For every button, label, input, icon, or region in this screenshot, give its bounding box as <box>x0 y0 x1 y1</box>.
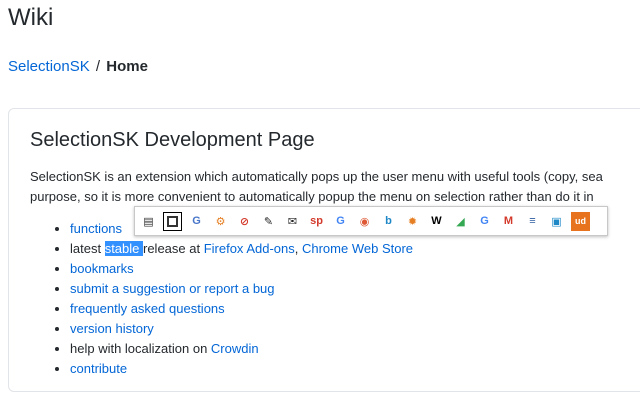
breadcrumb-current: Home <box>106 58 148 75</box>
thesaurus-icon[interactable]: ▣ <box>547 212 566 231</box>
suggestion-link[interactable]: submit a suggestion or report a bug <box>70 281 275 296</box>
merriam-webster-icon[interactable]: M <box>499 212 518 231</box>
adblock-icon[interactable]: ⊘ <box>235 212 254 231</box>
page-title: Wiki <box>8 4 54 31</box>
description-line-2: purpose, so it is more convenient to aut… <box>30 189 594 204</box>
urban-dictionary-icon[interactable]: ud <box>571 211 590 231</box>
crowdin-link[interactable]: Crowdin <box>211 341 259 356</box>
version-history-link[interactable]: version history <box>70 321 154 336</box>
description-paragraph: SelectionSK is an extension which automa… <box>30 167 640 207</box>
chrome-store-link[interactable]: Chrome Web Store <box>302 241 413 256</box>
select-all-icon[interactable] <box>163 211 182 231</box>
maps-icon[interactable]: ◢ <box>451 212 470 231</box>
select-all-square-icon <box>167 215 178 227</box>
wikipedia-icon[interactable]: W <box>427 212 446 231</box>
wiki-content-card: SelectionSK Development Page SelectionSK… <box>8 108 640 392</box>
google-icon[interactable]: G <box>331 212 350 231</box>
duckduckgo-icon[interactable]: ◉ <box>355 212 374 231</box>
list-item: frequently asked questions <box>70 299 413 319</box>
functions-link[interactable]: functions <box>70 221 122 236</box>
latest-prefix-text: latest <box>70 241 105 256</box>
list-item: help with localization on Crowdin <box>70 339 413 359</box>
breadcrumb-separator: / <box>95 58 101 75</box>
contribute-link[interactable]: contribute <box>70 361 127 376</box>
bing-icon[interactable]: b <box>379 212 398 231</box>
faq-link[interactable]: frequently asked questions <box>70 301 225 316</box>
card-title: SelectionSK Development Page <box>30 129 315 151</box>
breadcrumb-project-link[interactable]: SelectionSK <box>8 58 90 75</box>
copy-icon[interactable]: ▤ <box>139 212 158 231</box>
dictionary-icon[interactable]: ≡ <box>523 212 542 231</box>
breadcrumb: SelectionSK / Home <box>8 58 148 75</box>
startpage-icon[interactable]: sp <box>307 212 326 231</box>
mail-icon[interactable]: ✉ <box>283 212 302 231</box>
gear-icon[interactable]: ⚙ <box>211 212 230 231</box>
list-item: submit a suggestion or report a bug <box>70 279 413 299</box>
description-line-1: SelectionSK is an extension which automa… <box>30 169 603 184</box>
selected-text: stable <box>104 241 143 256</box>
settings-icon[interactable]: ✹ <box>403 212 422 231</box>
translate-icon[interactable]: G <box>187 212 206 231</box>
list-item: latest stable release at Firefox Add-ons… <box>70 239 413 259</box>
google-search-icon[interactable]: G <box>475 212 494 231</box>
pen-icon[interactable]: ✎ <box>259 212 278 231</box>
list-item: contribute <box>70 359 413 379</box>
latest-middle-text: release at <box>143 241 204 256</box>
localization-text: help with localization on <box>70 341 211 356</box>
list-item: version history <box>70 319 413 339</box>
bookmarks-link[interactable]: bookmarks <box>70 261 134 276</box>
list-item: bookmarks <box>70 259 413 279</box>
comma-text: , <box>294 241 302 256</box>
firefox-addons-link[interactable]: Firefox Add-ons <box>204 241 295 256</box>
wiki-links-list: functions latest stable release at Firef… <box>30 219 413 379</box>
selection-popup-toolbar: ▤ G ⚙ ⊘ ✎ ✉ sp G ◉ b ✹ W ◢ G M ≡ ▣ ud <box>134 206 608 236</box>
